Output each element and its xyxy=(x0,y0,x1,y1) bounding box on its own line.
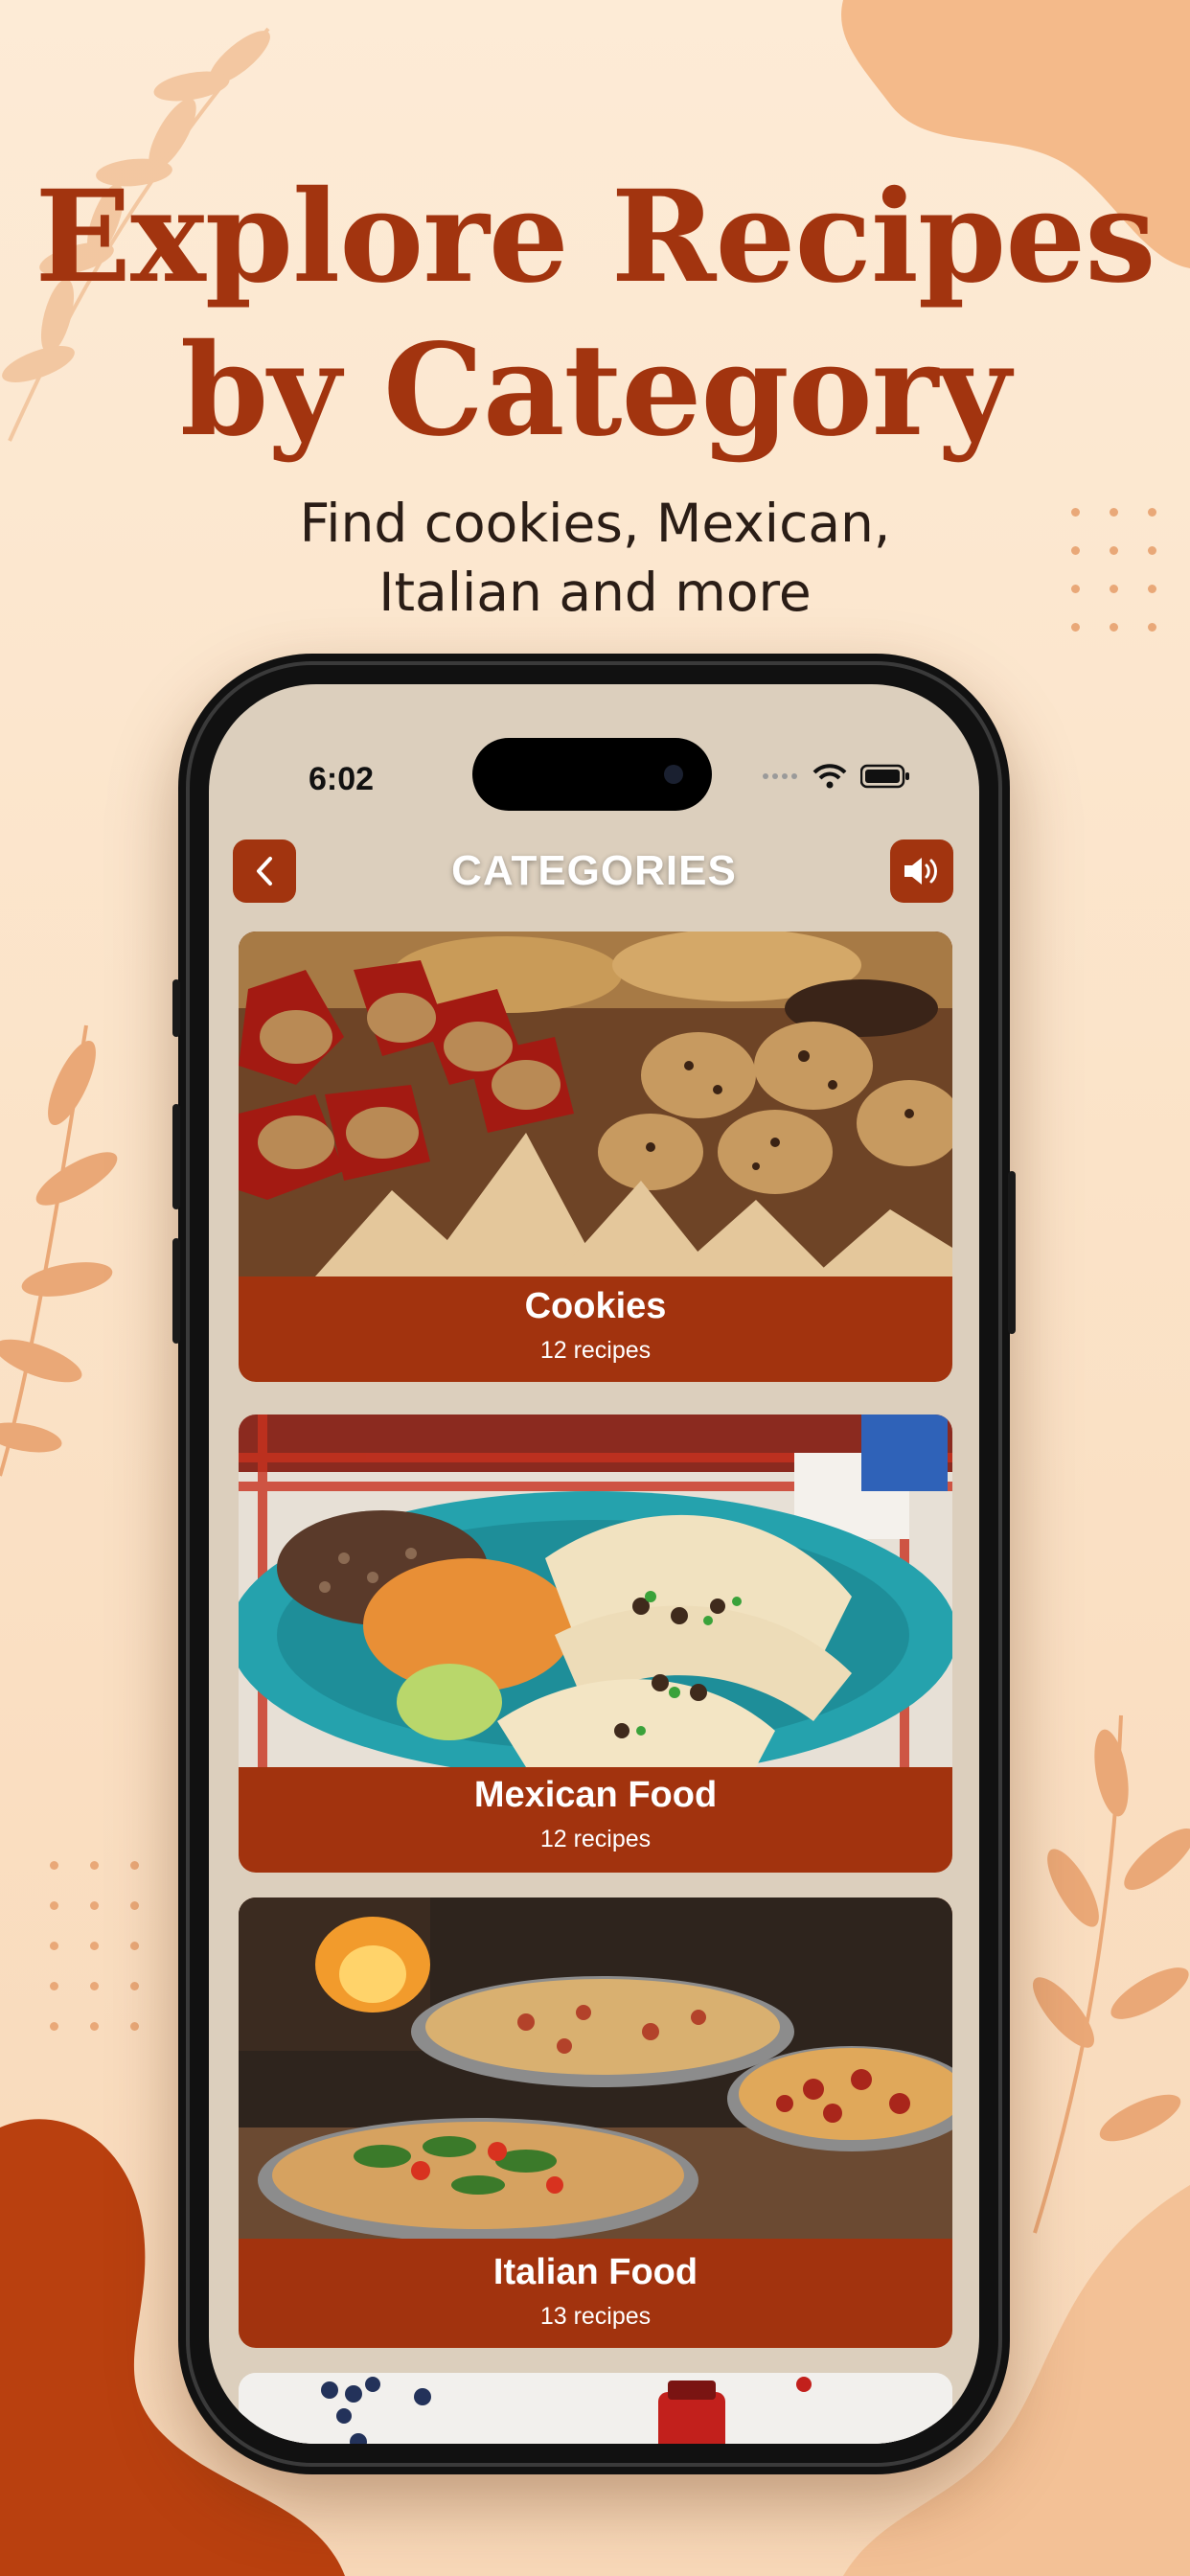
category-card-partial[interactable] xyxy=(239,2373,952,2444)
power-button xyxy=(1008,1171,1016,1334)
recipe-count: 13 recipes xyxy=(539,2303,652,2330)
card-footer: Cookies 12 recipes xyxy=(239,1284,952,1367)
recipe-count: 12 recipes xyxy=(539,1826,652,1852)
dot-pattern-left xyxy=(50,1861,171,2062)
speaker-icon xyxy=(904,858,937,885)
app-screen: 6:02 CATEGORIES Cookies 12 recipes Mexic… xyxy=(209,684,979,2444)
action-button xyxy=(172,979,180,1037)
category-name: Cookies xyxy=(524,1286,667,1326)
promo-subline-line2: Italian and more xyxy=(378,562,812,623)
page-title: CATEGORIES xyxy=(451,847,737,894)
promo-headline-line2: by Category xyxy=(179,316,1011,465)
category-name: Italian Food xyxy=(492,2252,698,2292)
sound-toggle-button[interactable] xyxy=(890,840,953,903)
status-icons xyxy=(761,763,910,790)
cookies-photo xyxy=(239,932,952,1276)
italian-food-photo xyxy=(239,1898,952,2239)
category-card-italian-food[interactable]: Italian Food 13 recipes xyxy=(239,1898,952,2348)
battery-icon xyxy=(860,764,909,789)
category-card-mexican-food[interactable]: Mexican Food 12 recipes xyxy=(239,1414,952,1873)
promo-subline: Find cookies, Mexican, Italian and more xyxy=(0,489,1190,627)
volume-up-button xyxy=(172,1104,180,1209)
phone-frame: 6:02 CATEGORIES Cookies 12 recipes Mexic… xyxy=(172,654,1016,2474)
wifi-icon xyxy=(812,764,847,789)
front-camera xyxy=(664,765,683,784)
card-footer: Mexican Food 12 recipes xyxy=(239,1773,952,1855)
category-name: Mexican Food xyxy=(473,1775,718,1815)
card-footer: Italian Food 13 recipes xyxy=(239,2250,952,2333)
status-time: 6:02 xyxy=(309,761,375,797)
smoothie-photo xyxy=(239,2373,952,2444)
leaf-decoration-right xyxy=(1032,1714,1190,2234)
leaf-decoration-mid-left xyxy=(0,1024,118,1477)
promo-subline-line1: Find cookies, Mexican, xyxy=(299,493,891,554)
mexican-food-photo xyxy=(239,1414,952,1767)
volume-down-button xyxy=(172,1238,180,1344)
recipe-count: 12 recipes xyxy=(539,1337,652,1364)
promo-headline: Explore Recipes by Category xyxy=(0,161,1190,468)
category-card-cookies[interactable]: Cookies 12 recipes xyxy=(239,932,952,1382)
dynamic-island xyxy=(472,738,712,811)
signal-icon xyxy=(763,773,797,779)
promo-headline-line1: Explore Recipes xyxy=(34,163,1156,311)
